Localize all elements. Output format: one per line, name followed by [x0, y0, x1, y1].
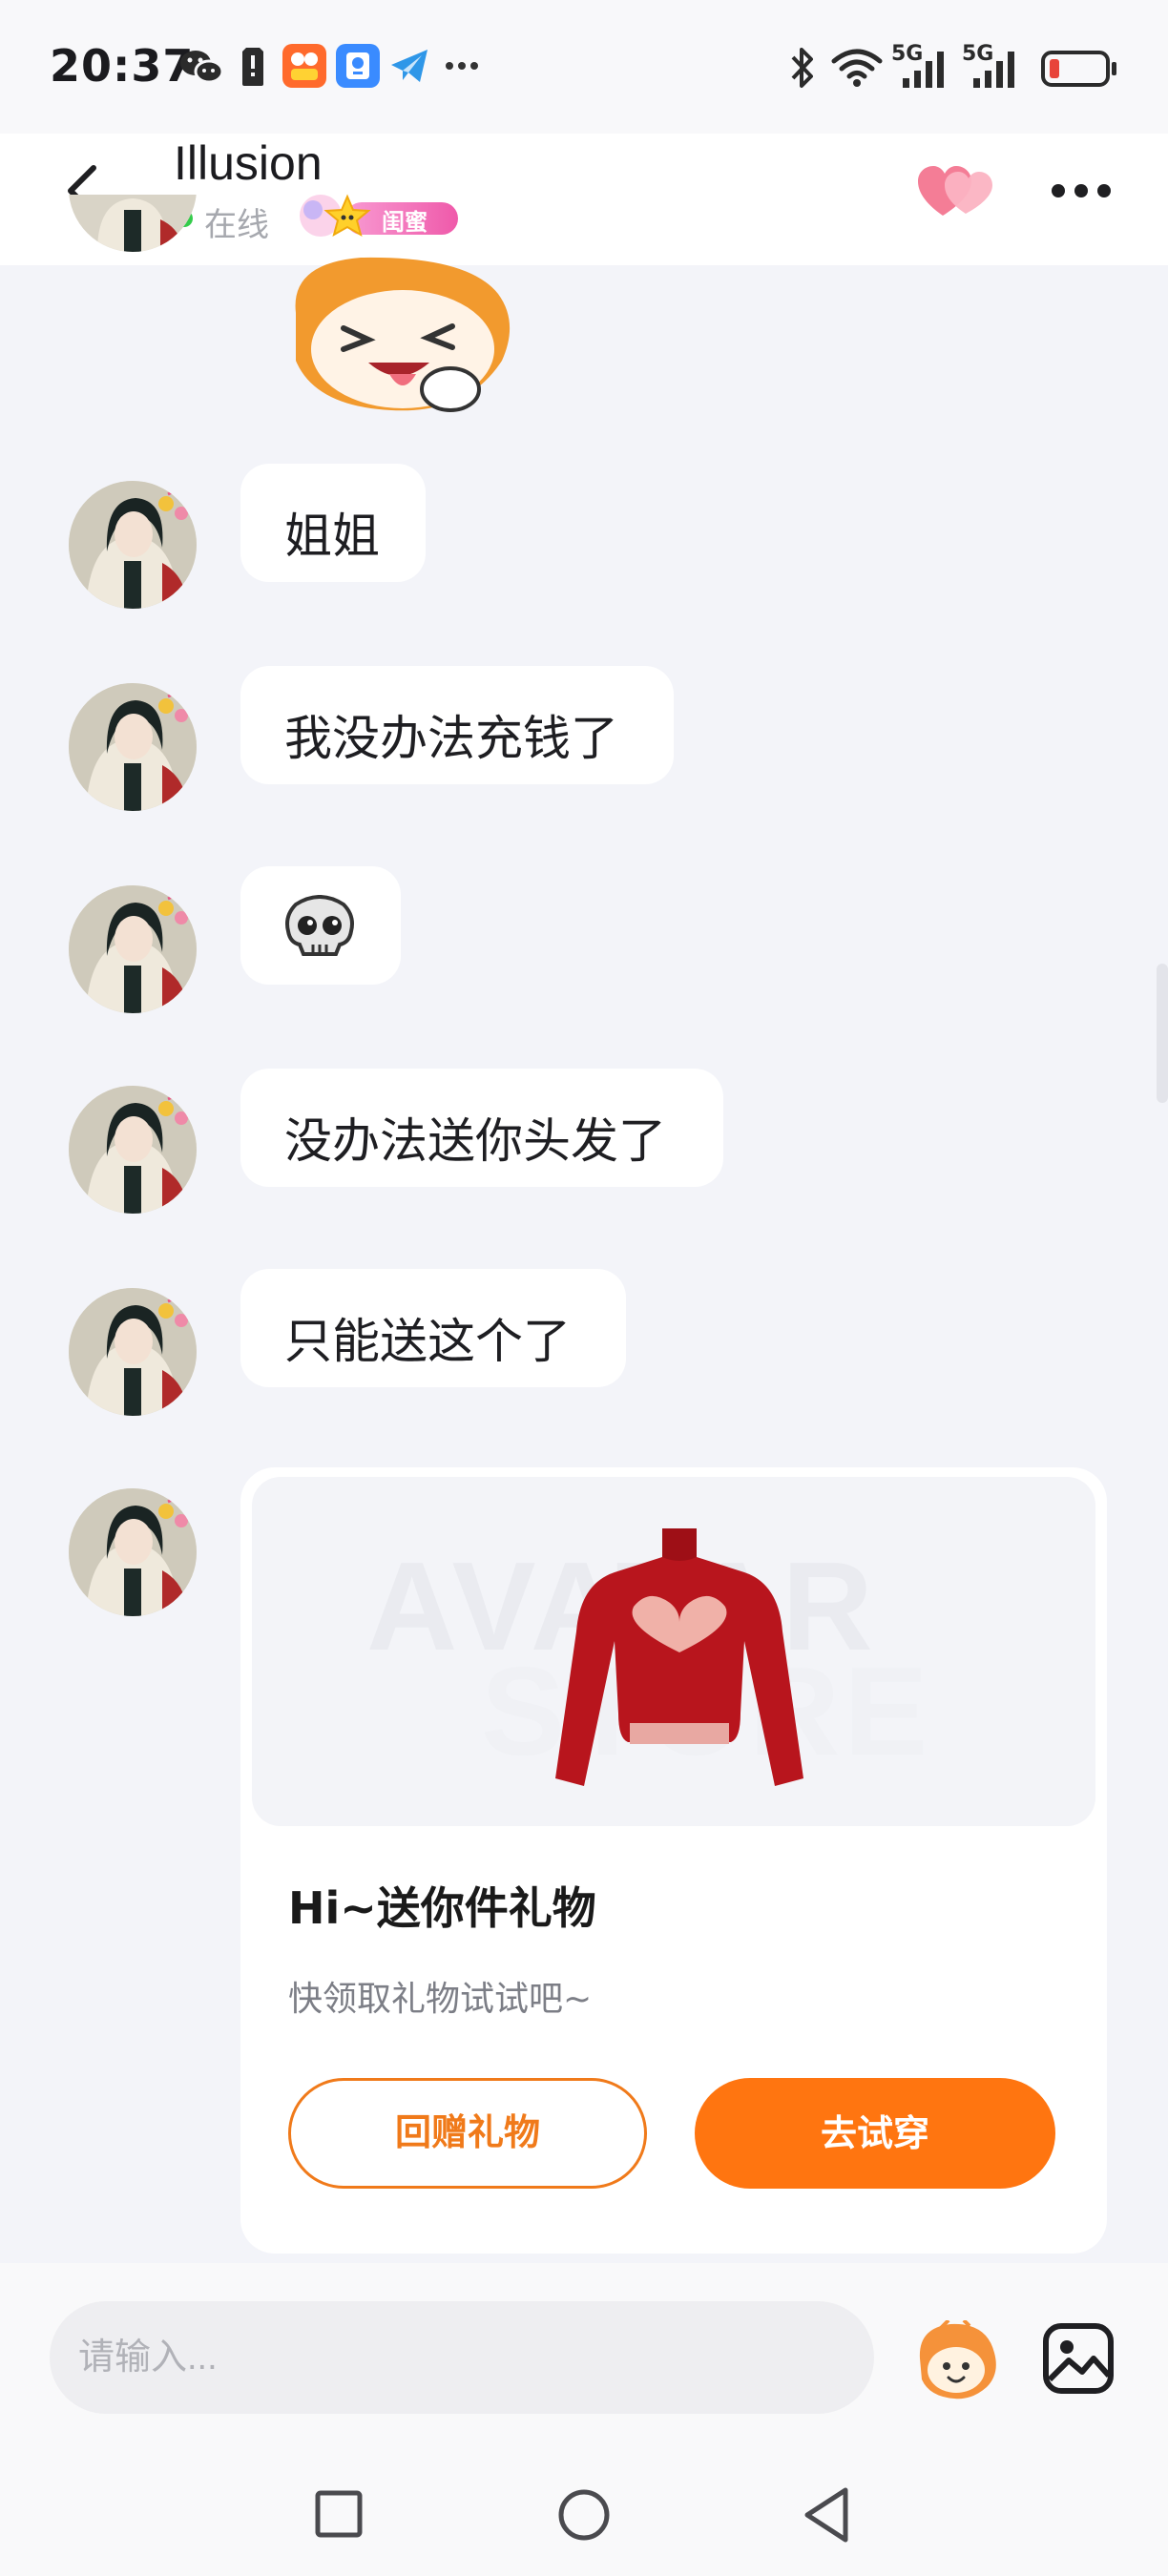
message-text: 我没办法充钱了	[284, 711, 618, 766]
gift-preview[interactable]: AVATAR STORE	[252, 1477, 1095, 1826]
message-bubble[interactable]	[240, 866, 401, 985]
contact-name[interactable]: Illusion	[174, 135, 323, 191]
signal-5g-icon	[903, 52, 944, 88]
gift-subtitle: 快领取礼物试试吧~	[288, 1980, 593, 2019]
message-text: 只能送这个了	[284, 1314, 571, 1369]
status-time: 20:37	[50, 40, 195, 92]
sender-avatar[interactable]	[69, 1288, 197, 1416]
mascot-emoji-icon[interactable]	[912, 2320, 1000, 2400]
sender-avatar[interactable]	[69, 1086, 197, 1214]
message-bubble[interactable]: 我没办法充钱了	[240, 666, 674, 784]
return-gift-button[interactable]: 回赠礼物	[288, 2078, 647, 2189]
sender-avatar[interactable]	[69, 481, 197, 609]
try-on-button[interactable]: 去试穿	[695, 2078, 1055, 2189]
message-bubble[interactable]: 没办法送你头发了	[240, 1069, 723, 1187]
more-dots-icon	[446, 62, 478, 70]
wechat-icon	[180, 51, 223, 84]
signal-5g-icon	[973, 52, 1014, 88]
battery-low-icon	[1041, 51, 1116, 87]
skull-emoji-icon	[285, 895, 354, 956]
online-status: 在线	[204, 206, 269, 244]
sender-avatar[interactable]	[69, 1488, 197, 1616]
sender-avatar[interactable]	[69, 683, 197, 811]
gift-title: Hi~送你件礼物	[288, 1882, 596, 1934]
red-sweater-image	[555, 1528, 803, 1786]
more-options-icon[interactable]	[1050, 179, 1113, 202]
back-triangle-icon[interactable]	[802, 2486, 851, 2544]
recents-square-icon[interactable]	[315, 2490, 363, 2538]
message-bubble[interactable]: 姐姐	[240, 464, 426, 582]
telegram-icon	[391, 50, 428, 82]
app-icon-orange	[282, 44, 326, 88]
home-circle-icon[interactable]	[557, 2488, 611, 2542]
app-icon-blue	[336, 44, 380, 88]
star-mascot-icon	[300, 194, 371, 238]
bluetooth-icon	[791, 48, 813, 88]
message-text: 姐姐	[284, 509, 380, 564]
image-picker-icon[interactable]	[1042, 2322, 1115, 2395]
wifi-icon	[831, 49, 883, 87]
sim-card-icon	[242, 48, 263, 86]
message-text: 没办法送你头发了	[284, 1113, 666, 1169]
scrollbar[interactable]	[1157, 964, 1168, 1103]
message-bubble[interactable]: 只能送这个了	[240, 1269, 626, 1387]
laughing-sticker	[295, 257, 511, 412]
hearts-icon[interactable]	[916, 160, 996, 221]
sender-avatar[interactable]	[69, 885, 197, 1013]
relationship-label: 闺蜜	[382, 209, 428, 236]
message-input[interactable]	[50, 2301, 874, 2414]
